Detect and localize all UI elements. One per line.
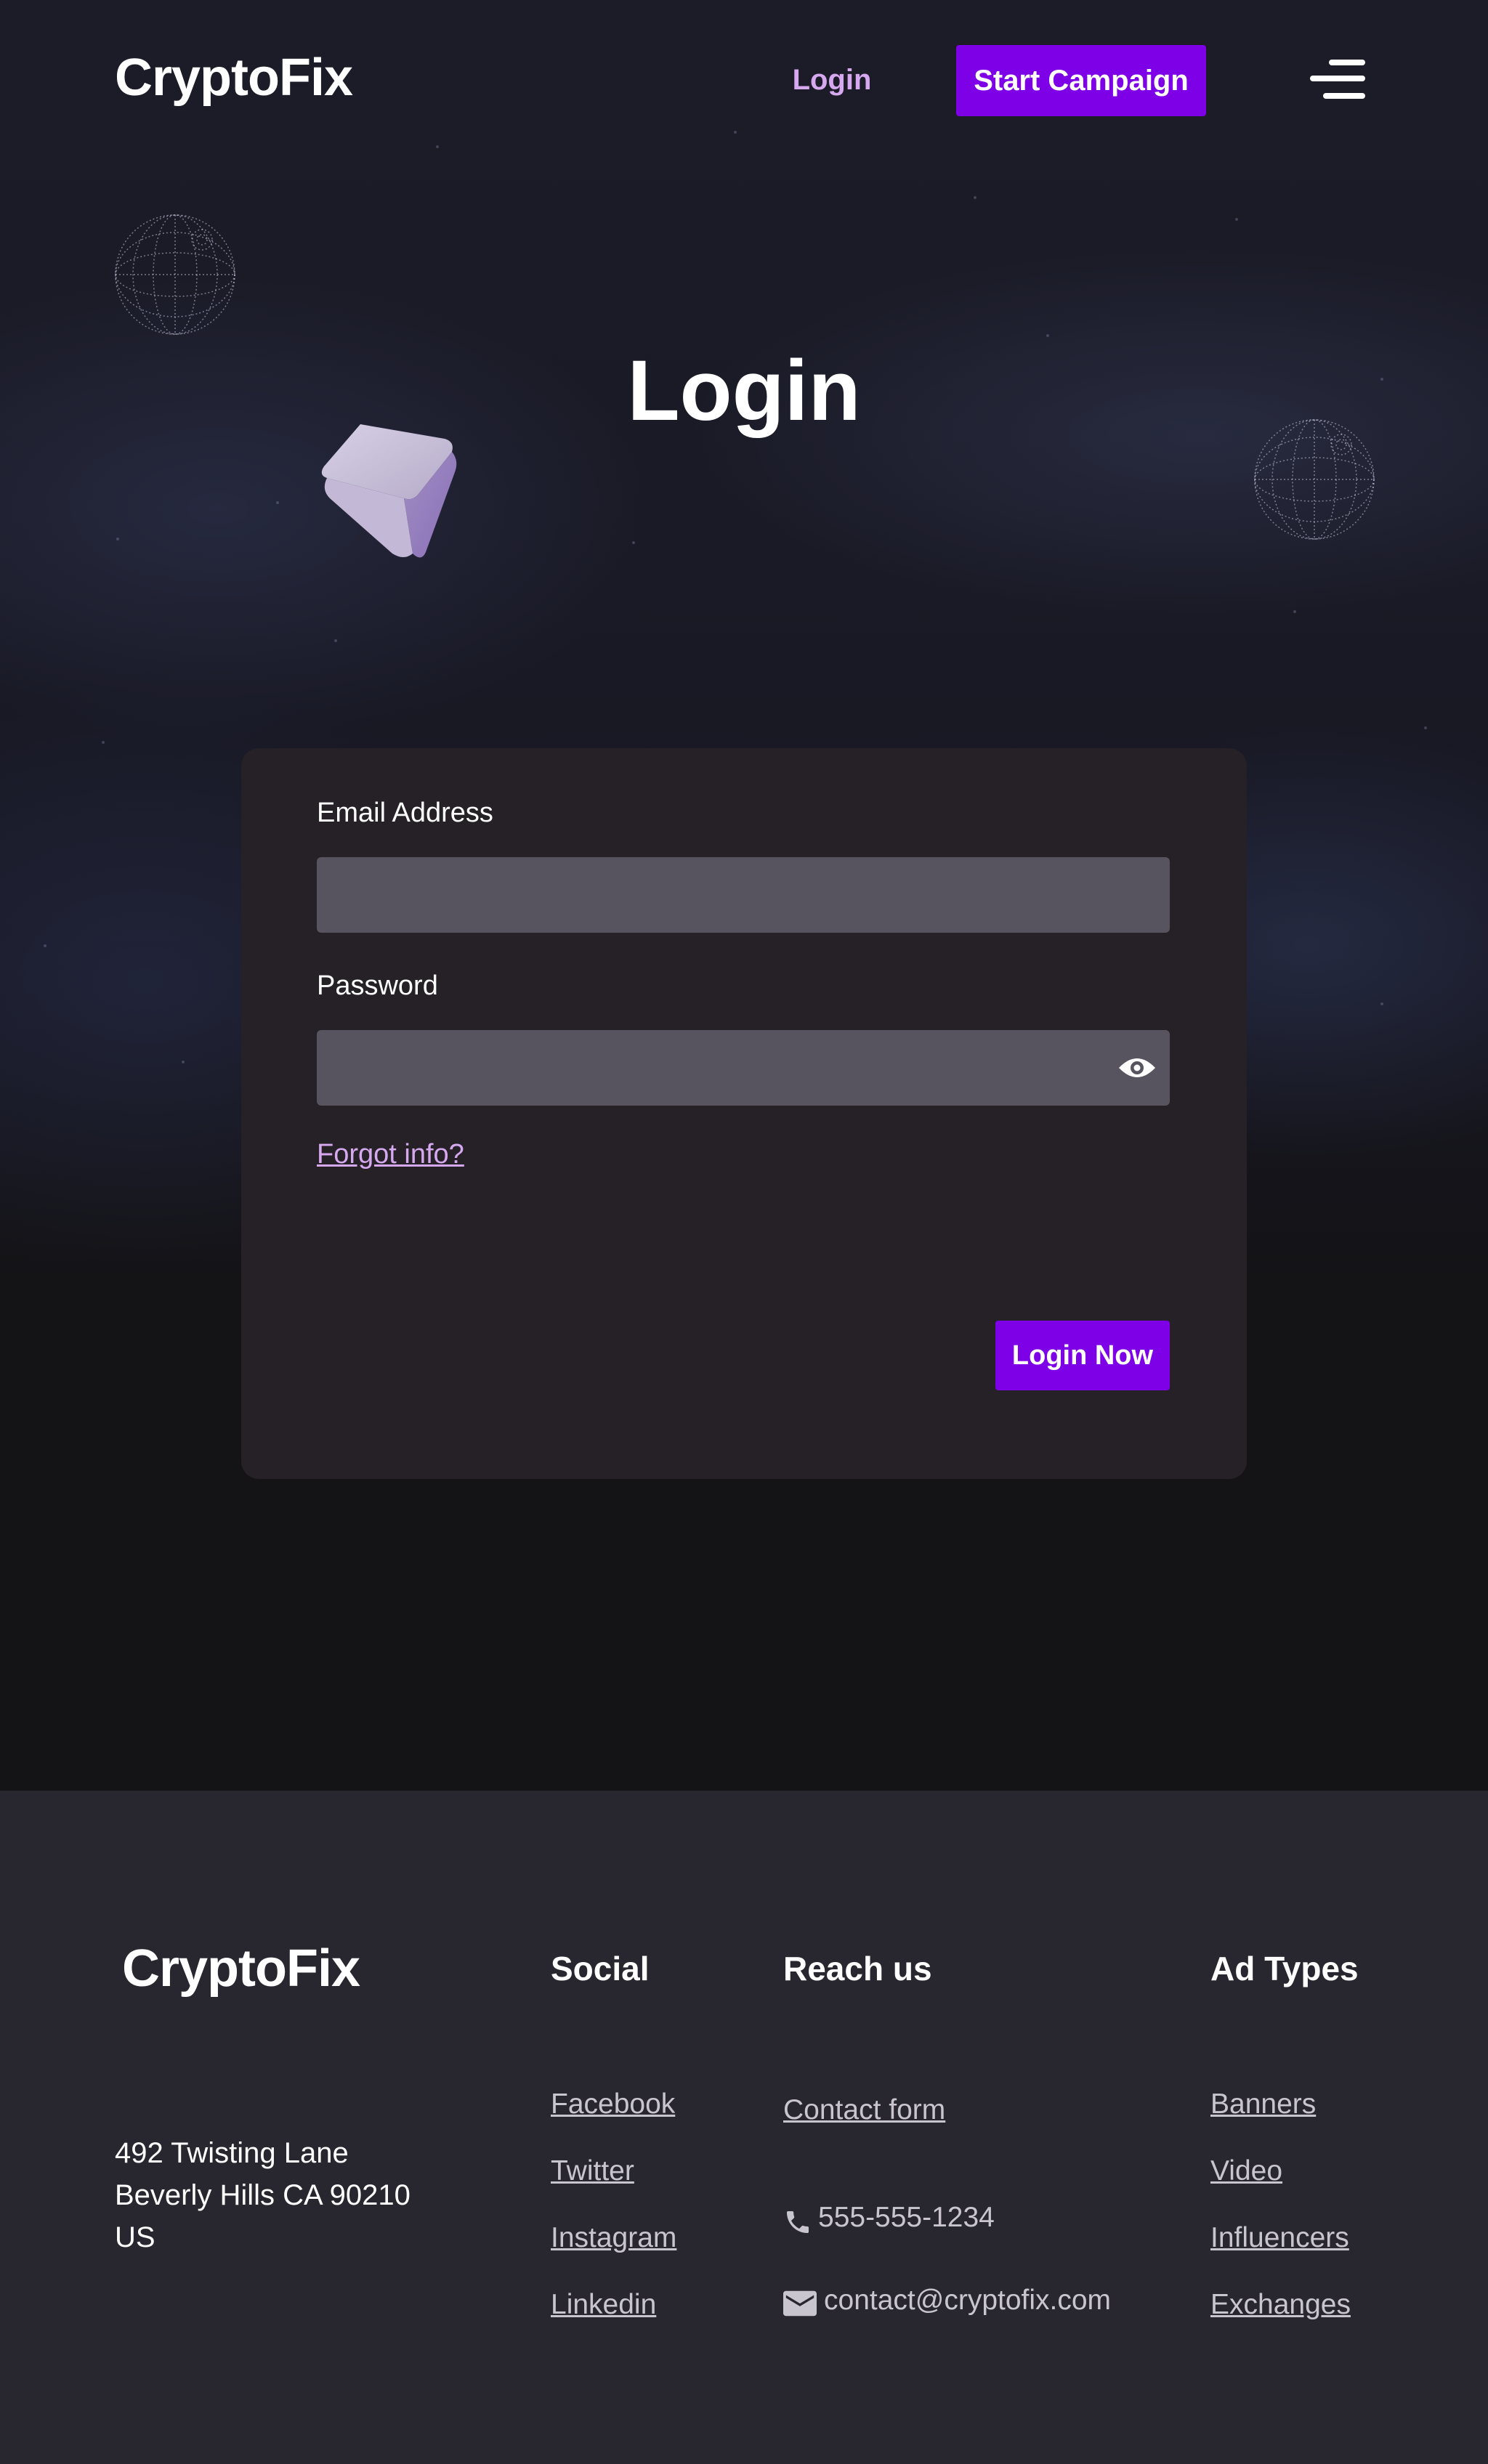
mail-icon (783, 2290, 817, 2317)
password-field-wrapper (317, 1030, 1170, 1106)
twitter-link[interactable]: Twitter (551, 2155, 634, 2187)
instagram-link[interactable]: Instagram (551, 2222, 676, 2254)
social-heading: Social (551, 1950, 650, 1987)
nav-login-link[interactable]: Login (788, 60, 876, 100)
page-title: Login (627, 343, 861, 439)
floating-cube (321, 424, 457, 558)
start-campaign-button[interactable]: Start Campaign (956, 45, 1206, 116)
influencers-link[interactable]: Influencers (1210, 2222, 1349, 2254)
wireframe-globe-left (115, 214, 235, 335)
password-field[interactable] (317, 1030, 1170, 1106)
footer-logo[interactable]: CryptoFix (122, 1939, 360, 1998)
footer-address: 492 Twisting Lane Beverly Hills CA 90210… (115, 2132, 411, 2258)
contact-email[interactable]: contact@cryptofix.com (824, 2285, 1111, 2317)
hamburger-menu-icon[interactable] (1310, 57, 1365, 103)
facebook-link[interactable]: Facebook (551, 2088, 675, 2120)
email-field[interactable] (317, 857, 1170, 933)
address-line-3: US (115, 2221, 155, 2253)
ad-types-heading: Ad Types (1210, 1950, 1359, 1987)
address-line-2: Beverly Hills CA 90210 (115, 2179, 411, 2211)
site-footer: CryptoFix 492 Twisting Lane Beverly Hill… (0, 1791, 1488, 2464)
linkedin-link[interactable]: Linkedin (551, 2289, 656, 2321)
banners-link[interactable]: Banners (1210, 2088, 1316, 2120)
reach-us-heading: Reach us (783, 1950, 932, 1987)
forgot-info-link[interactable]: Forgot info? (317, 1139, 464, 1170)
logo[interactable]: CryptoFix (115, 48, 353, 108)
login-now-button[interactable]: Login Now (995, 1321, 1170, 1390)
exchanges-link[interactable]: Exchanges (1210, 2289, 1351, 2321)
phone-icon (787, 2211, 809, 2233)
password-label: Password (317, 970, 438, 1001)
contact-form-link[interactable]: Contact form (783, 2094, 945, 2126)
video-link[interactable]: Video (1210, 2155, 1282, 2187)
login-card: Email Address Password Forgot info? Logi… (241, 748, 1247, 1479)
email-label: Email Address (317, 798, 493, 828)
eye-icon[interactable] (1104, 1030, 1170, 1106)
address-line-1: 492 Twisting Lane (115, 2137, 349, 2169)
phone-number: 555-555-1234 (818, 2202, 995, 2233)
